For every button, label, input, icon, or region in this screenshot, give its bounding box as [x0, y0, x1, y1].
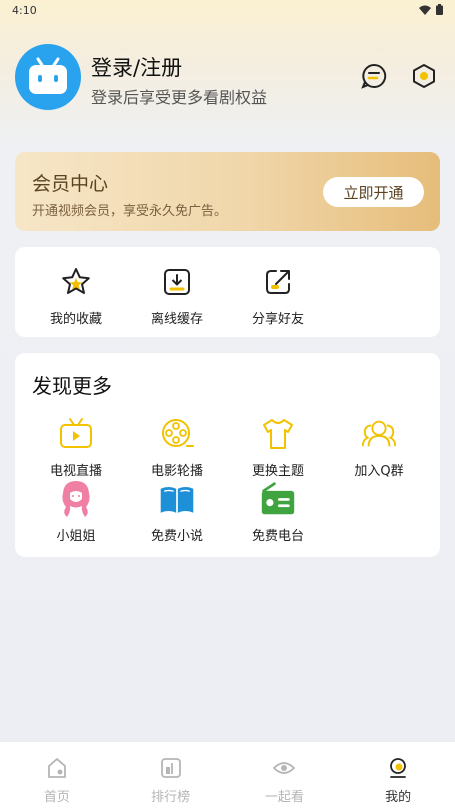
- quick-actions-card: 我的收藏 离线缓存 分享好友: [15, 247, 440, 337]
- quick-item-offline-cache[interactable]: 离线缓存: [127, 264, 227, 327]
- quick-item-share[interactable]: 分享好友: [228, 264, 328, 327]
- profile-header: 登录/注册 登录后享受更多看剧权益: [15, 44, 440, 112]
- discover-item-movie-carousel[interactable]: 电影轮播: [127, 416, 227, 479]
- discover-item-label: 小姐姐: [56, 529, 96, 544]
- share-icon: [266, 270, 290, 294]
- tab-home[interactable]: 首页: [0, 742, 114, 809]
- login-subtitle: 登录后享受更多看剧权益: [91, 88, 268, 107]
- tab-mine[interactable]: 我的: [341, 742, 455, 809]
- settings-button[interactable]: [410, 62, 438, 90]
- discover-item-free-radio[interactable]: 免费电台: [228, 481, 328, 544]
- tv-icon: [60, 418, 92, 448]
- discover-item-change-theme[interactable]: 更换主题: [228, 416, 328, 479]
- tab-ranking[interactable]: 排行榜: [114, 742, 228, 809]
- discover-card: 发现更多 电视直播 电影轮播 更换主题 加入Q群 小姐姐 免费小说 免费电台: [15, 353, 440, 557]
- discover-item-free-novels[interactable]: 免费小说: [127, 481, 227, 544]
- ranking-icon: [160, 758, 181, 778]
- star-icon: [62, 268, 90, 294]
- message-button[interactable]: [360, 62, 388, 90]
- tab-label: 排行榜: [151, 790, 191, 805]
- group-icon: [361, 420, 397, 447]
- discover-item-girls[interactable]: 小姐姐: [26, 481, 126, 544]
- wifi-icon: [419, 5, 431, 15]
- quick-item-favorites[interactable]: 我的收藏: [26, 264, 126, 327]
- vip-title: 会员中心: [32, 173, 109, 195]
- home-icon: [47, 758, 66, 778]
- status-icons: [419, 4, 443, 15]
- discover-item-label: 加入Q群: [354, 464, 404, 479]
- profile-icon: [390, 758, 407, 778]
- discover-item-label: 更换主题: [251, 464, 304, 479]
- download-icon: [164, 269, 190, 295]
- discover-item-label: 免费电台: [251, 529, 304, 544]
- book-icon: [160, 487, 194, 513]
- login-title[interactable]: 登录/注册: [91, 52, 182, 82]
- discover-title: 发现更多: [32, 374, 112, 398]
- battery-icon: [436, 4, 443, 15]
- status-time: 4:10: [12, 4, 37, 17]
- vip-subtitle: 开通视频会员，享受永久免广告。: [32, 204, 228, 219]
- vip-activate-button[interactable]: 立即开通: [323, 177, 424, 207]
- quick-item-label: 离线缓存: [150, 312, 203, 327]
- settings-icon: [413, 64, 435, 88]
- quick-item-label: 我的收藏: [49, 312, 102, 327]
- quick-item-label: 分享好友: [251, 312, 304, 327]
- discover-item-join-qq-group[interactable]: 加入Q群: [329, 416, 429, 479]
- discover-item-label: 电影轮播: [150, 464, 203, 479]
- vip-card: 会员中心 开通视频会员，享受永久免广告。 立即开通: [15, 152, 440, 231]
- bottom-tab-bar: 首页 排行榜 一起看 我的: [0, 741, 455, 809]
- tab-label: 我的: [385, 790, 412, 805]
- tab-watch-together[interactable]: 一起看: [228, 742, 342, 809]
- status-bar: 4:10: [0, 0, 455, 22]
- tv-face-icon: [29, 57, 67, 94]
- radio-icon: [261, 482, 295, 515]
- girl-icon: [62, 481, 90, 517]
- message-icon: [361, 63, 387, 89]
- eye-icon: [273, 762, 296, 774]
- film-reel-icon: [162, 419, 194, 447]
- discover-item-label: 电视直播: [49, 464, 102, 479]
- tab-label: 首页: [43, 790, 70, 805]
- avatar[interactable]: [15, 44, 81, 110]
- discover-item-tv-live[interactable]: 电视直播: [26, 416, 126, 479]
- tab-label: 一起看: [264, 790, 304, 805]
- discover-item-label: 免费小说: [150, 529, 203, 544]
- shirt-icon: [263, 419, 293, 449]
